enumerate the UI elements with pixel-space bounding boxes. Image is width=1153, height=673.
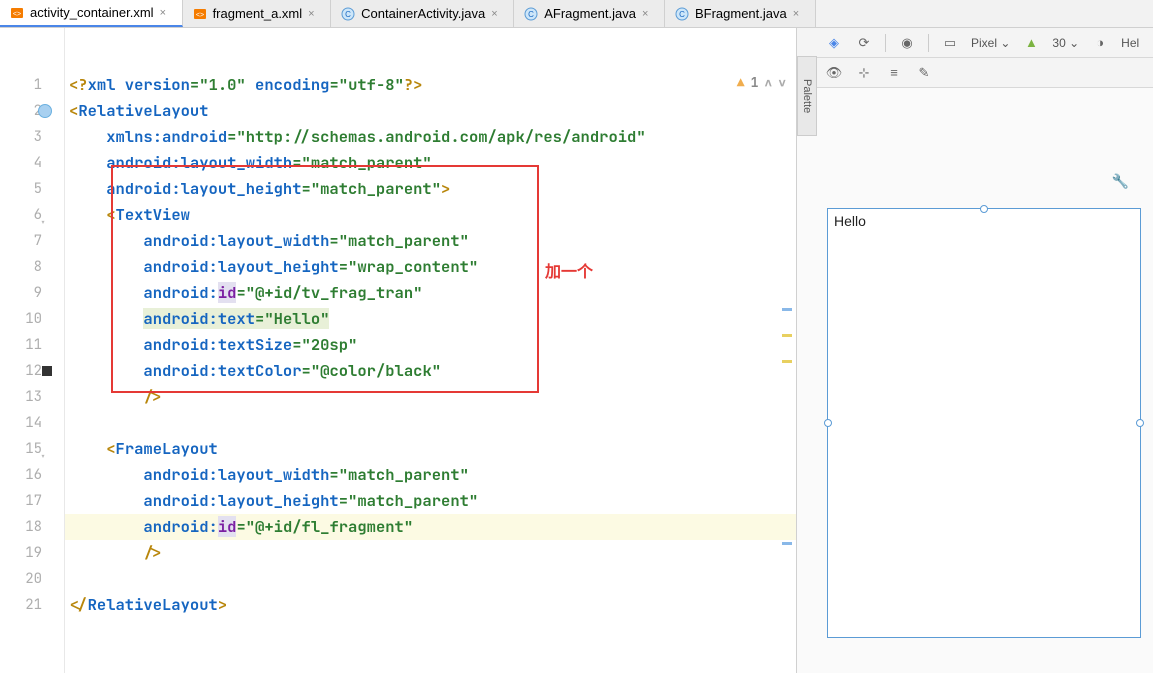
gutter-line[interactable]: 2 [0, 98, 64, 124]
view-options-icon[interactable]: ◉ [898, 34, 916, 52]
palette-tab[interactable]: Palette [797, 56, 817, 136]
layout-preview-pane: ◈ ⟳ ◉ ▭ Pixel ⌄ ▲ 30 ⌄ ◑ Hel 👁 ⊹ ≡ ✎ Pal… [797, 28, 1153, 673]
gutter-line[interactable]: 17 [0, 488, 64, 514]
gutter-line[interactable]: 7 [0, 228, 64, 254]
close-icon[interactable]: × [793, 8, 805, 20]
gutter-line[interactable]: 15▾ [0, 436, 64, 462]
gutter-line[interactable]: 11 [0, 332, 64, 358]
gutter-line[interactable]: 6▾ [0, 202, 64, 228]
change-marker[interactable] [782, 334, 792, 337]
android-icon: ▲ [1022, 34, 1040, 52]
gutter-line[interactable]: 5 [0, 176, 64, 202]
close-icon[interactable]: × [642, 8, 654, 20]
orientation-icon[interactable]: ⟳ [855, 34, 873, 52]
java-file-icon: C [341, 7, 355, 21]
tab-label: AFragment.java [544, 6, 636, 21]
tab-activity-container[interactable]: <> activity_container.xml × [0, 0, 183, 27]
inspection-widget[interactable]: ▲ 1 ∧ ∨ [737, 74, 786, 91]
gutter-line[interactable]: 18 [0, 514, 64, 540]
annotation-label: 加一个 [545, 258, 593, 282]
wrench-icon[interactable]: 🔧 [1112, 173, 1129, 190]
device-icon[interactable]: ▭ [941, 34, 959, 52]
change-marker[interactable] [782, 360, 792, 363]
tab-b-fragment[interactable]: C BFragment.java × [665, 0, 816, 27]
svg-text:C: C [345, 10, 351, 19]
theme-icon[interactable]: ◑ [1091, 34, 1109, 52]
gutter-line[interactable]: 4 [0, 150, 64, 176]
svg-text:<>: <> [195, 12, 203, 19]
device-preview[interactable]: Hello [827, 208, 1141, 638]
color-swatch-icon[interactable] [42, 366, 52, 376]
magnet-icon[interactable]: ⊹ [855, 64, 873, 82]
preview-toolbar-2: 👁 ⊹ ≡ ✎ [797, 58, 1153, 88]
warning-count: 1 [751, 74, 759, 91]
change-marker[interactable] [782, 308, 792, 311]
java-file-icon: C [675, 7, 689, 21]
gutter-line[interactable]: 13 [0, 384, 64, 410]
align-icon[interactable]: ≡ [885, 64, 903, 82]
svg-text:C: C [679, 10, 685, 19]
theme-selector[interactable]: Hel [1121, 36, 1139, 50]
editor-pane: 1 2 3 4 5 6▾ 7 8 9 10 11 12 13 14 15▾ 16… [0, 28, 797, 673]
gutter-line[interactable]: 9 [0, 280, 64, 306]
gutter-line[interactable]: 14 [0, 410, 64, 436]
tools-icon[interactable]: ✎ [915, 64, 933, 82]
gutter-line[interactable]: 12 [0, 358, 64, 384]
tab-a-fragment[interactable]: C AFragment.java × [514, 0, 665, 27]
change-marker[interactable] [782, 542, 792, 545]
svg-text:<>: <> [13, 11, 21, 18]
resize-handle[interactable] [824, 419, 832, 427]
warning-icon: ▲ [737, 74, 745, 91]
resize-handle[interactable] [980, 205, 988, 213]
class-marker-icon[interactable] [38, 104, 52, 118]
xml-file-icon: <> [10, 6, 24, 20]
next-highlight-icon[interactable]: ∨ [778, 74, 786, 91]
resize-handle[interactable] [1136, 419, 1144, 427]
java-file-icon: C [524, 7, 538, 21]
prev-highlight-icon[interactable]: ∧ [764, 74, 772, 91]
tab-label: ContainerActivity.java [361, 6, 485, 21]
api-selector[interactable]: 30 ⌄ [1052, 36, 1079, 50]
editor-tabs: <> activity_container.xml × <> fragment_… [0, 0, 1153, 28]
tab-label: BFragment.java [695, 6, 787, 21]
gutter-line[interactable]: 21 [0, 592, 64, 618]
xml-file-icon: <> [193, 7, 207, 21]
eye-icon[interactable]: 👁 [825, 64, 843, 82]
svg-text:C: C [528, 10, 534, 19]
tab-label: activity_container.xml [30, 5, 154, 20]
close-icon[interactable]: × [160, 7, 172, 19]
tab-fragment-a[interactable]: <> fragment_a.xml × [183, 0, 332, 27]
main-split: 1 2 3 4 5 6▾ 7 8 9 10 11 12 13 14 15▾ 16… [0, 28, 1153, 673]
device-selector[interactable]: Pixel ⌄ [971, 36, 1010, 50]
gutter-line[interactable]: 10 [0, 306, 64, 332]
code-editor[interactable]: <?xml version="1.0" encoding="utf-8"?> <… [65, 28, 796, 673]
design-surface-icon[interactable]: ◈ [825, 34, 843, 52]
gutter-line[interactable]: 3 [0, 124, 64, 150]
preview-toolbar: ◈ ⟳ ◉ ▭ Pixel ⌄ ▲ 30 ⌄ ◑ Hel [797, 28, 1153, 58]
gutter: 1 2 3 4 5 6▾ 7 8 9 10 11 12 13 14 15▾ 16… [0, 28, 65, 673]
gutter-line[interactable]: 19 [0, 540, 64, 566]
close-icon[interactable]: × [308, 8, 320, 20]
close-icon[interactable]: × [491, 8, 503, 20]
tab-label: fragment_a.xml [213, 6, 303, 21]
tab-container-activity[interactable]: C ContainerActivity.java × [331, 0, 514, 27]
gutter-line[interactable]: 16 [0, 462, 64, 488]
gutter-line[interactable]: 8 [0, 254, 64, 280]
gutter-line[interactable]: 1 [0, 72, 64, 98]
gutter-line[interactable]: 20 [0, 566, 64, 592]
